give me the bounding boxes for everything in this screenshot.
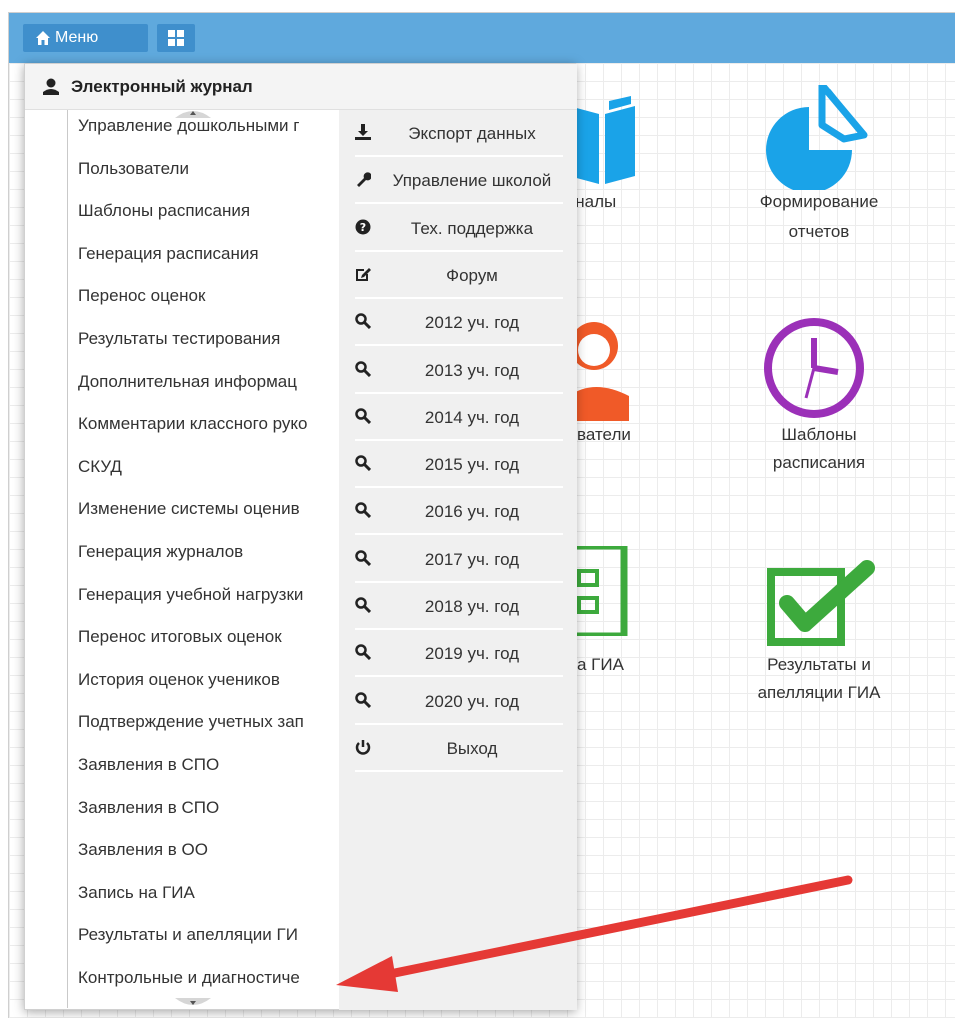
search-icon — [355, 597, 371, 613]
download-icon — [355, 124, 371, 140]
journal-menu-item[interactable]: Шаблоны расписания — [78, 201, 339, 221]
system-menu-item-label: Тех. поддержка — [410, 218, 534, 238]
clock-icon — [764, 318, 864, 418]
system-menu-item[interactable]: 2016 уч. год — [355, 488, 563, 536]
user-icon — [569, 322, 629, 421]
search-icon — [355, 644, 371, 661]
journal-menu-item[interactable]: Генерация журналов — [78, 542, 339, 562]
pie-chart-icon — [766, 85, 868, 190]
system-menu-item-label: 2018 уч. год — [424, 597, 520, 616]
system-menu-item-label: 2016 уч. год — [424, 502, 520, 522]
tile-reports-label-1: Формирование — [759, 192, 879, 211]
dropdown-header-title: Электронный журнал — [71, 77, 253, 96]
scroll-down-icon[interactable] — [175, 998, 211, 1008]
journal-menu-item[interactable]: СКУД — [78, 457, 339, 477]
system-menu-item[interactable]: 2019 уч. год — [355, 630, 563, 678]
apps-grid-icon — [168, 30, 184, 46]
tile-reports-label-2: отчетов — [788, 222, 850, 241]
search-icon — [355, 502, 371, 519]
system-menu-item[interactable]: 2013 уч. год — [355, 347, 563, 394]
journal-menu-item[interactable]: Пользователи — [78, 159, 339, 179]
system-menu-item-label: 2015 уч. год — [424, 455, 520, 475]
question-icon: ? — [355, 219, 371, 235]
system-menu-item-label: 2012 уч. год — [424, 313, 520, 333]
journal-menu-item[interactable]: Результаты и апелляции ГИ — [78, 925, 339, 945]
system-menu-item-label: Экспорт данных — [408, 124, 536, 143]
search-icon — [355, 408, 371, 424]
edit-icon — [356, 267, 371, 281]
menu-button-label: Меню — [55, 29, 99, 46]
system-menu-item-label: 2019 уч. год — [424, 644, 520, 664]
system-menu-item-label: 2017 уч. год — [424, 549, 520, 569]
journal-menu-item[interactable]: Дополнительная информац — [78, 372, 339, 392]
system-menu-item[interactable]: Форум — [355, 252, 563, 299]
system-menu-item[interactable]: 2015 уч. год — [355, 441, 563, 489]
journal-menu-item[interactable]: Заявления в ОО — [78, 840, 339, 860]
journal-menu-item[interactable]: Результаты тестирования — [78, 329, 339, 349]
system-menu-item-label: 2014 уч. год — [424, 407, 520, 427]
system-menu-list: Экспорт данных Управление школой? Тех. под… — [339, 110, 577, 1010]
system-menu-item[interactable]: 2018 уч. год — [355, 583, 563, 630]
system-menu-item[interactable]: 2012 уч. год — [355, 299, 563, 347]
journal-menu-item[interactable]: Генерация учебной нагрузки — [78, 585, 339, 605]
system-menu-item[interactable]: 2014 уч. год — [355, 394, 563, 441]
system-menu-item[interactable]: 2020 уч. год — [355, 678, 563, 725]
wrench-icon — [357, 172, 371, 188]
system-menu-item-label: Управление школой — [392, 171, 552, 191]
journal-menu-list: Управление дошкольными г Пользователи Шабл… — [67, 110, 339, 1008]
journal-menu-item[interactable]: История оценок учеников — [78, 670, 339, 690]
system-menu-item[interactable]: Экспорт данных — [355, 110, 563, 157]
journal-menu-item[interactable]: Генерация расписания — [78, 244, 339, 264]
journal-menu-item[interactable]: Заявления в СПО — [78, 798, 339, 818]
search-icon — [355, 360, 371, 377]
system-menu-item[interactable]: 2017 уч. год — [355, 536, 563, 583]
search-icon — [355, 313, 371, 330]
system-menu-item-label: 2020 уч. год — [424, 691, 520, 711]
journal-menu-item[interactable]: Подтверждение учетных зап — [78, 712, 339, 732]
dropdown-header: Электронный журнал — [25, 64, 577, 110]
system-menu-item[interactable]: Выход — [355, 725, 563, 772]
system-menu-item[interactable]: Управление школой — [355, 157, 563, 205]
system-menu-item-label: Выход — [446, 738, 498, 758]
main-menu-dropdown: Электронный журнал Управление дошкольным… — [24, 63, 577, 1010]
tile-schedule-label-2: расписания — [772, 453, 866, 472]
journal-menu-item[interactable]: Изменение системы оценив — [78, 499, 339, 519]
apps-grid-button[interactable] — [157, 24, 195, 52]
top-navbar: Меню — [9, 13, 955, 63]
menu-button[interactable]: Меню — [23, 24, 148, 52]
home-icon — [36, 31, 50, 45]
journal-menu-item[interactable]: Перенос итоговых оценок — [78, 627, 339, 647]
journal-menu-item[interactable]: Заявления в СПО — [78, 755, 339, 775]
tile-gia-results-label-2: апелляции ГИА — [757, 683, 881, 702]
checkbox-icon — [767, 560, 875, 646]
tile-schedule-label-1: Шаблоны — [781, 425, 857, 444]
svg-text:?: ? — [360, 221, 366, 234]
scroll-up-icon[interactable] — [175, 108, 211, 118]
journal-menu-item[interactable]: Запись на ГИА — [78, 883, 339, 903]
journal-menu-item[interactable]: Перенос оценок — [78, 286, 339, 306]
journal-menu-item[interactable]: Управление дошкольными г — [78, 116, 339, 136]
checklist-icon — [569, 546, 628, 636]
system-menu-item-label: Форум — [446, 265, 498, 285]
search-icon — [355, 455, 371, 472]
book-icon — [569, 96, 635, 184]
search-icon — [355, 691, 371, 708]
user-icon — [43, 78, 59, 95]
system-menu-item[interactable]: ? Тех. поддержка — [355, 205, 563, 252]
journal-menu-item[interactable]: Контрольные и диагностиче — [78, 968, 339, 988]
tile-gia-results-label-1: Результаты и — [767, 655, 871, 674]
search-icon — [355, 549, 371, 566]
journal-menu-item[interactable]: Комментарии классного руко — [78, 414, 339, 434]
power-icon — [355, 739, 371, 755]
system-menu-item-label: 2013 уч. год — [424, 360, 520, 380]
